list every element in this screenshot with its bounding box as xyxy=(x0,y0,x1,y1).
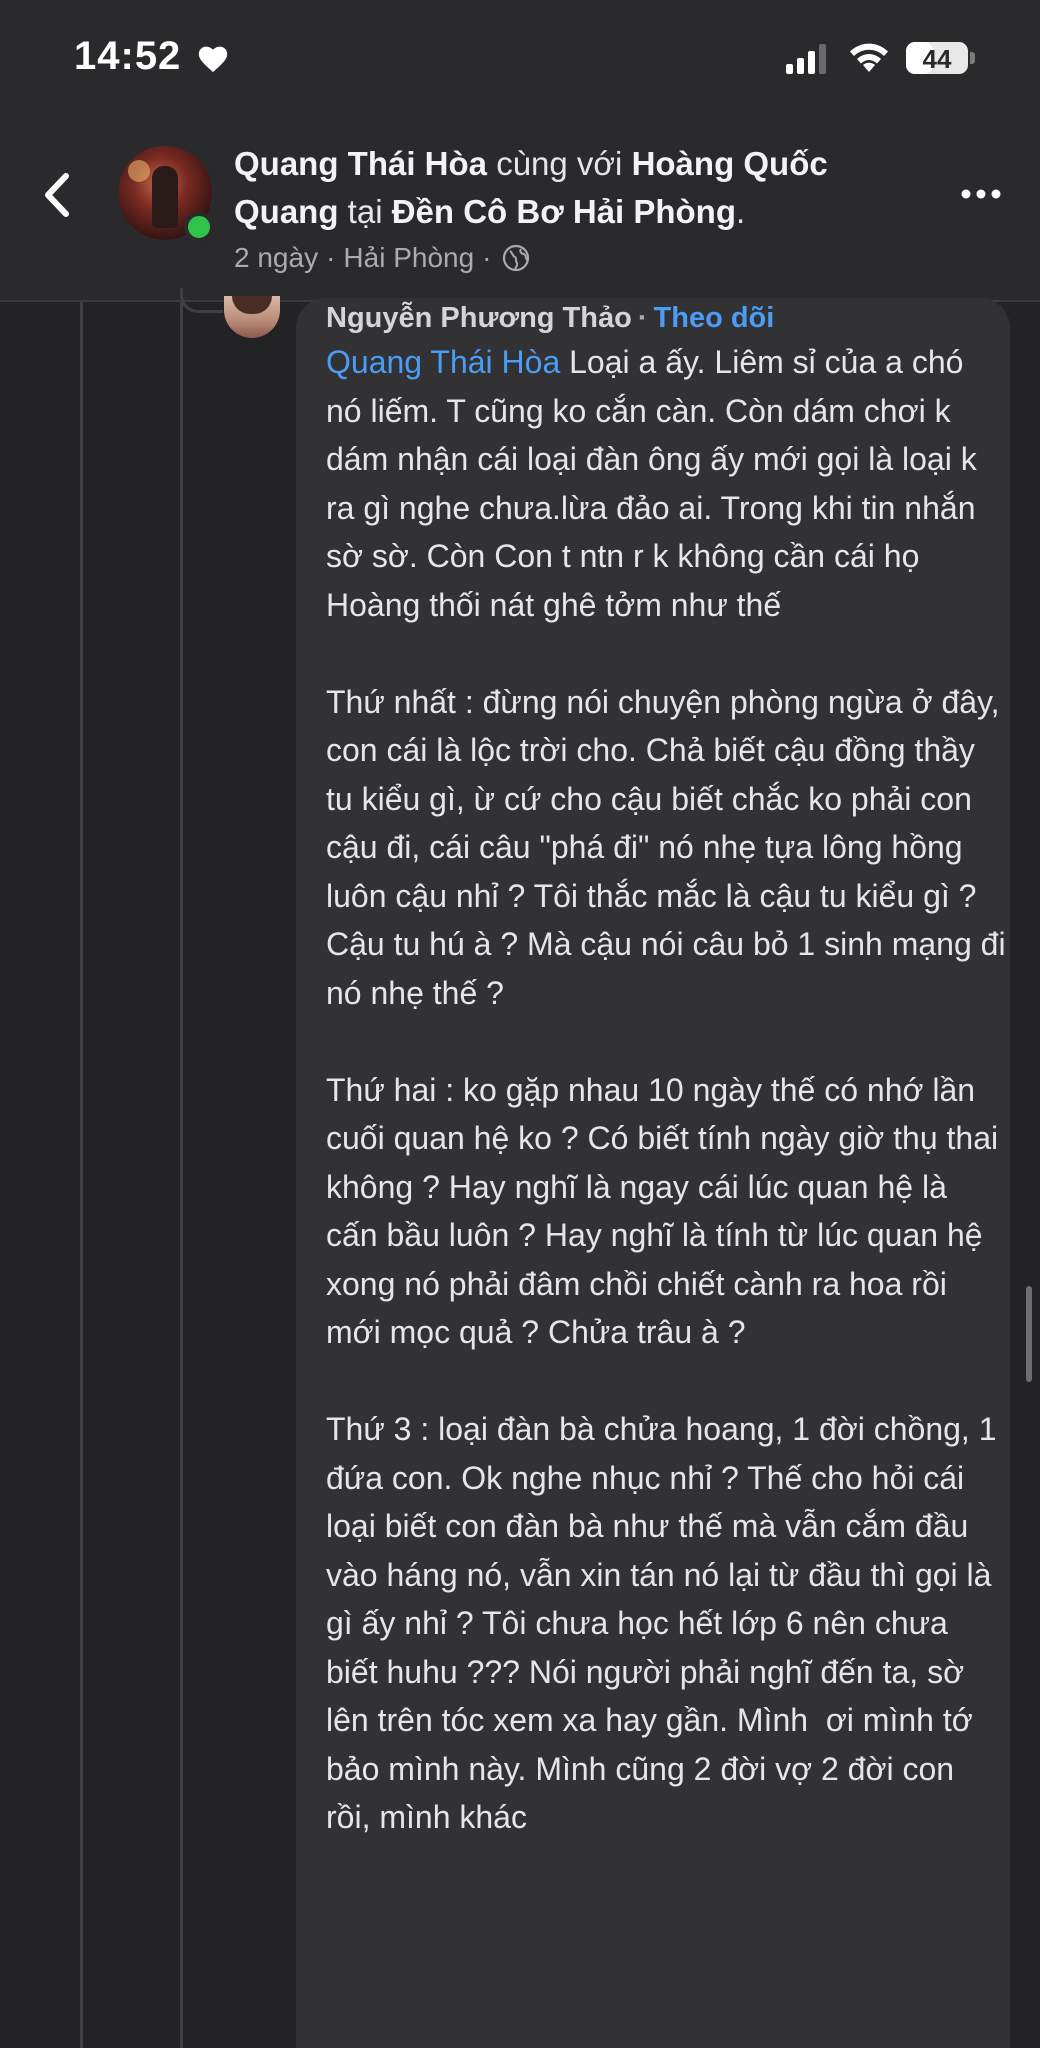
checkin-place[interactable]: Đền Cô Bơ Hải Phòng xyxy=(392,193,736,230)
avatar-hair xyxy=(232,296,272,314)
post-title: Quang Thái Hòa cùng với Hoàng Quốc Quang… xyxy=(234,140,934,236)
scrollbar-thumb[interactable] xyxy=(1026,1286,1032,1382)
wifi-icon xyxy=(850,43,888,72)
facebook-post-comments-screen: 14:52 44 Quang Thái Hòa cùng với Hoàng Q… xyxy=(0,0,1040,2048)
comment-header: Nguyễn Phương Thảo · Theo dõi xyxy=(326,302,774,335)
post-time[interactable]: 2 ngày xyxy=(234,242,318,274)
post-location: Hải Phòng xyxy=(343,242,475,273)
battery-indicator: 44 xyxy=(906,42,968,74)
header-dot: · xyxy=(637,302,648,334)
avatar-light xyxy=(128,160,150,182)
cellular-signal-icon xyxy=(786,44,826,74)
post-header: Quang Thái Hòa cùng với Hoàng Quốc Quang… xyxy=(0,120,1040,302)
meta-separator: · xyxy=(326,242,336,273)
battery-tip xyxy=(970,52,975,64)
reply-connector xyxy=(180,288,223,313)
status-time: 14:52 xyxy=(74,34,182,78)
avatar-figure xyxy=(152,166,178,228)
online-status-dot xyxy=(184,212,214,242)
thread-line xyxy=(80,302,83,2048)
commenter-avatar[interactable] xyxy=(224,296,280,338)
status-bar: 14:52 44 xyxy=(0,0,1040,120)
post-meta: 2 ngày · Hải Phòng · xyxy=(234,242,530,274)
post-author-name[interactable]: Quang Thái Hòa xyxy=(234,145,487,182)
comment-body-text: Loại a ấy. Liêm sỉ của a chó nó liếm. T … xyxy=(326,344,1006,1835)
title-period: . xyxy=(736,193,746,230)
more-horizontal-icon[interactable] xyxy=(960,184,1002,204)
at-text: tại xyxy=(347,193,383,230)
mention-link[interactable]: Quang Thái Hòa xyxy=(326,344,560,380)
with-text: cùng với xyxy=(496,145,623,182)
comment-text: Quang Thái Hòa Loại a ấy. Liêm sỉ của a … xyxy=(326,338,1006,1842)
meta-separator: · xyxy=(482,242,492,273)
thread-line xyxy=(180,302,183,2048)
follow-button[interactable]: Theo dõi xyxy=(654,302,775,334)
commenter-name[interactable]: Nguyễn Phương Thảo xyxy=(326,302,632,334)
globe-icon xyxy=(502,244,529,272)
chevron-left-icon[interactable] xyxy=(38,170,78,220)
battery-percentage: 44 xyxy=(922,44,952,74)
heart-icon xyxy=(198,46,228,73)
